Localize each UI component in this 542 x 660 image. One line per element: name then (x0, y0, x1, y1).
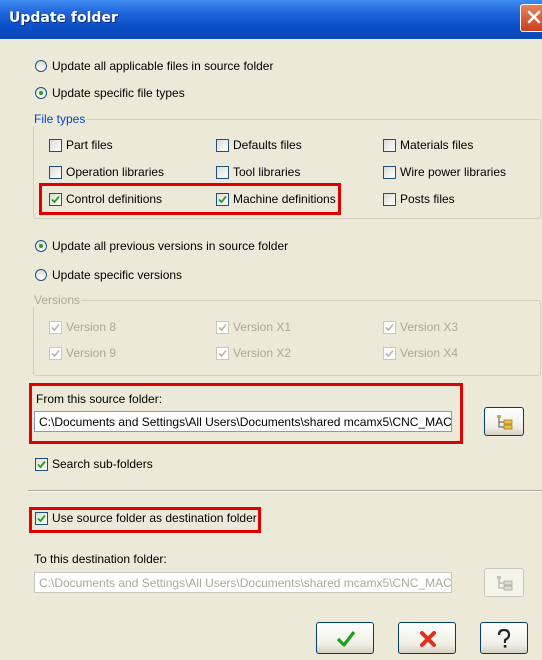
browse-source-button[interactable] (484, 407, 524, 436)
checkbox-control-definitions[interactable] (49, 193, 62, 206)
checkmark-icon (37, 460, 46, 469)
help-button[interactable] (480, 622, 528, 654)
checkbox-posts-files[interactable] (383, 193, 396, 206)
close-icon (527, 10, 541, 24)
browse-destination-button[interactable] (484, 568, 524, 597)
checkbox-operation-libraries-label[interactable]: Operation libraries (66, 165, 164, 179)
title-bar[interactable]: Update folder (0, 0, 542, 39)
checkmark-icon (218, 349, 227, 358)
checkbox-defaults-files[interactable] (216, 139, 229, 152)
checkbox-tool-libraries-label[interactable]: Tool libraries (233, 165, 300, 179)
x-icon (420, 631, 436, 647)
checkbox-version-x3[interactable] (383, 321, 396, 334)
checkmark-icon (51, 349, 60, 358)
checkbox-tool-libraries[interactable] (216, 166, 229, 179)
radio-update-specific-versions[interactable] (35, 269, 47, 281)
checkbox-version-9-label[interactable]: Version 9 (66, 346, 116, 360)
cancel-button[interactable] (398, 622, 456, 654)
folder-tree-icon (497, 576, 513, 591)
versions-legend: Versions (33, 293, 82, 307)
versions-group (33, 300, 541, 376)
checkbox-wire-power-libraries[interactable] (383, 166, 396, 179)
radio-selected-dot (39, 244, 43, 248)
checkbox-materials-files[interactable] (383, 139, 396, 152)
checkbox-machine-definitions-label[interactable]: Machine definitions (233, 192, 336, 206)
checkbox-defaults-files-label[interactable]: Defaults files (233, 138, 302, 152)
checkbox-version-9[interactable] (49, 347, 62, 360)
checkbox-machine-definitions[interactable] (216, 193, 229, 206)
checkbox-wire-power-libraries-label[interactable]: Wire power libraries (400, 165, 506, 179)
checkbox-version-x2[interactable] (216, 347, 229, 360)
ok-button[interactable] (316, 622, 374, 654)
close-button[interactable] (520, 4, 542, 32)
checkbox-search-subfolders[interactable] (35, 458, 48, 471)
checkmark-icon (385, 349, 394, 358)
radio-selected-dot (39, 91, 43, 95)
question-icon (497, 628, 511, 648)
radio-update-all-versions-label[interactable]: Update all previous versions in source f… (52, 239, 288, 253)
checkbox-version-x3-label[interactable]: Version X3 (400, 320, 458, 334)
checkbox-version-8-label[interactable]: Version 8 (66, 320, 116, 334)
checkmark-icon (218, 323, 227, 332)
checkbox-materials-files-label[interactable]: Materials files (400, 138, 473, 152)
checkbox-version-8[interactable] (49, 321, 62, 334)
checkbox-version-x1[interactable] (216, 321, 229, 334)
checkmark-icon (385, 323, 394, 332)
source-folder-label: From this source folder: (36, 392, 163, 406)
checkbox-part-files[interactable] (49, 139, 62, 152)
checkmark-icon (51, 195, 60, 204)
checkbox-control-definitions-label[interactable]: Control definitions (66, 192, 162, 206)
destination-folder-label: To this destination folder: (34, 552, 167, 566)
dialog-body: Update all applicable files in source fo… (0, 39, 542, 660)
checkbox-use-source-as-destination-label[interactable]: Use source folder as destination folder (52, 511, 257, 525)
checkmark-icon (336, 631, 356, 647)
checkbox-part-files-label[interactable]: Part files (66, 138, 113, 152)
window-title: Update folder (9, 10, 118, 26)
checkbox-version-x1-label[interactable]: Version X1 (233, 320, 291, 334)
radio-update-all-versions[interactable] (35, 240, 47, 252)
radio-update-specific-types[interactable] (35, 87, 47, 99)
checkmark-icon (218, 195, 227, 204)
radio-update-all-files[interactable] (35, 60, 47, 72)
checkbox-operation-libraries[interactable] (49, 166, 62, 179)
checkbox-posts-files-label[interactable]: Posts files (400, 192, 455, 206)
source-folder-input[interactable]: C:\Documents and Settings\All Users\Docu… (34, 411, 452, 432)
folder-tree-icon (497, 415, 513, 430)
checkbox-search-subfolders-label[interactable]: Search sub-folders (52, 457, 153, 471)
checkmark-icon (37, 514, 46, 523)
destination-folder-input[interactable]: C:\Documents and Settings\All Users\Docu… (34, 572, 452, 593)
radio-update-specific-types-label[interactable]: Update specific file types (52, 86, 185, 100)
checkbox-version-x2-label[interactable]: Version X2 (233, 346, 291, 360)
checkmark-icon (51, 323, 60, 332)
checkbox-use-source-as-destination[interactable] (35, 512, 48, 525)
checkbox-version-x4-label[interactable]: Version X4 (400, 346, 458, 360)
file-types-legend: File types (33, 112, 87, 126)
checkbox-version-x4[interactable] (383, 347, 396, 360)
radio-update-all-files-label[interactable]: Update all applicable files in source fo… (52, 59, 273, 73)
separator (28, 490, 542, 492)
radio-update-specific-versions-label[interactable]: Update specific versions (52, 268, 182, 282)
